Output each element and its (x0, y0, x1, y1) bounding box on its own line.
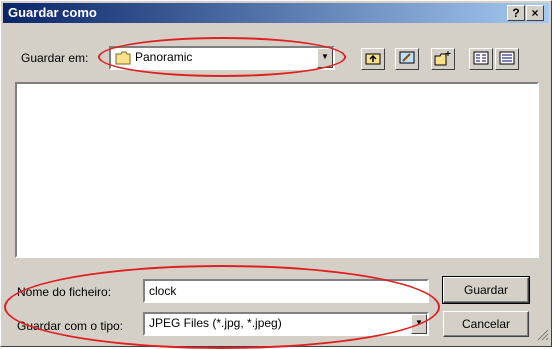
filename-label: Nome do ficheiro: (17, 285, 112, 299)
location-label: Guardar em: (21, 51, 89, 65)
new-folder-icon (434, 50, 452, 69)
location-select[interactable]: Panoramic ▼ (109, 46, 335, 70)
help-button[interactable]: ? (507, 5, 525, 21)
file-list[interactable] (15, 82, 539, 258)
filetype-dropdown-button[interactable]: ▼ (411, 314, 427, 334)
up-folder-button[interactable] (361, 48, 385, 70)
filetype-select[interactable]: JPEG Files (*.jpg, *.jpeg) ▼ (143, 312, 429, 336)
save-button[interactable]: Guardar (442, 276, 530, 304)
desktop-icon (399, 50, 415, 69)
resize-grip-icon[interactable] (537, 329, 549, 344)
details-view-icon (499, 51, 515, 68)
dialog-title: Guardar como (8, 5, 97, 20)
save-as-dialog: Guardar como ? × Guardar em: Panoramic ▼ (0, 0, 552, 347)
filename-value: clock (149, 284, 177, 298)
list-view-icon (473, 51, 489, 68)
location-dropdown-button[interactable]: ▼ (317, 48, 333, 68)
details-view-button[interactable] (495, 48, 519, 70)
folder-icon (115, 51, 131, 68)
desktop-button[interactable] (395, 48, 419, 70)
new-folder-button[interactable] (431, 48, 455, 70)
cancel-button[interactable]: Cancelar (443, 311, 529, 337)
save-button-label: Guardar (463, 283, 509, 297)
location-value: Panoramic (135, 50, 193, 64)
filetype-value: JPEG Files (*.jpg, *.jpeg) (149, 316, 282, 330)
filetype-label: Guardar com o tipo: (17, 319, 124, 333)
chevron-down-icon: ▼ (321, 52, 329, 61)
up-folder-icon (365, 51, 381, 68)
chevron-down-icon: ▼ (415, 318, 423, 327)
cancel-button-label: Cancelar (461, 317, 511, 331)
filename-input[interactable]: clock (143, 279, 429, 303)
list-view-button[interactable] (469, 48, 493, 70)
close-button[interactable]: × (526, 5, 544, 21)
title-bar: Guardar como ? × (3, 3, 549, 23)
